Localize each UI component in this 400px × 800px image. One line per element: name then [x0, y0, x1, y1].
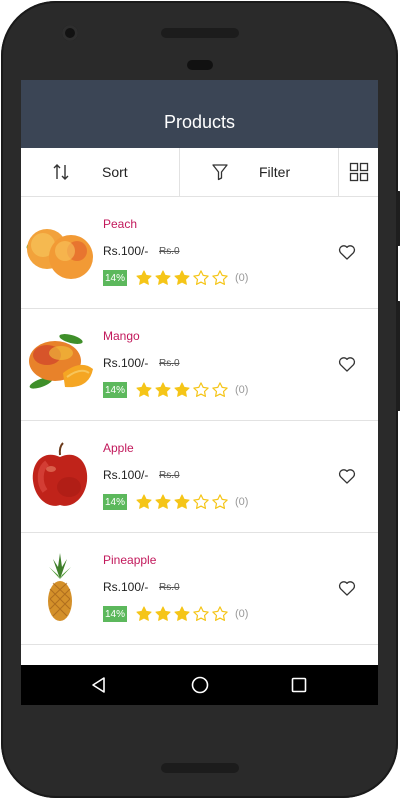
- product-old-price: Rs.0: [159, 358, 180, 369]
- proximity-sensor: [187, 60, 213, 70]
- heart-icon[interactable]: [337, 466, 357, 486]
- discount-badge: 14%: [103, 382, 127, 398]
- rating-stars: [135, 269, 230, 287]
- sort-filter-toolbar: Sort Filter: [21, 148, 378, 197]
- rating-stars: [135, 493, 230, 511]
- app-bar: Products: [21, 80, 378, 148]
- home-circle-icon[interactable]: [190, 675, 210, 695]
- sort-arrows-icon: [53, 164, 69, 180]
- discount-badge: 14%: [103, 606, 127, 622]
- star-empty-icon: [212, 494, 228, 509]
- product-item-apple[interactable]: Apple Rs.100/- Rs.0 14% (0): [21, 421, 378, 533]
- front-camera: [62, 25, 78, 41]
- heart-icon[interactable]: [337, 354, 357, 374]
- review-count: (0): [235, 496, 249, 508]
- product-name[interactable]: Mango: [103, 329, 140, 343]
- star-filled-icon: [136, 494, 152, 509]
- star-empty-icon: [193, 382, 209, 397]
- apple-image: [32, 442, 88, 506]
- earpiece-speaker: [161, 28, 239, 38]
- product-item-mango[interactable]: Mango Rs.100/- Rs.0 14% (0): [21, 309, 378, 421]
- product-name[interactable]: Apple: [103, 441, 134, 455]
- star-filled-icon: [136, 606, 152, 621]
- power-button: [396, 301, 400, 411]
- filter-label: Filter: [259, 164, 291, 180]
- sort-button[interactable]: Sort: [21, 148, 180, 196]
- volume-button: [396, 191, 400, 246]
- star-filled-icon: [155, 382, 171, 397]
- back-triangle-icon[interactable]: [89, 675, 109, 695]
- star-empty-icon: [212, 606, 228, 621]
- star-filled-icon: [174, 382, 190, 397]
- product-item-pineapple[interactable]: Pineapple Rs.100/- Rs.0 14% (0): [21, 533, 378, 645]
- product-name[interactable]: Pineapple: [103, 553, 156, 567]
- product-old-price: Rs.0: [159, 246, 180, 257]
- product-item-peach[interactable]: Peach Rs.100/- Rs.0 14% (0): [21, 197, 378, 309]
- recent-apps-square-icon[interactable]: [289, 675, 309, 695]
- star-empty-icon: [193, 494, 209, 509]
- product-price: Rs.100/-: [103, 468, 149, 482]
- star-empty-icon: [193, 606, 209, 621]
- review-count: (0): [235, 272, 249, 284]
- rating-stars: [135, 381, 230, 399]
- product-list: Peach Rs.100/- Rs.0 14% (0) Mango Rs.100…: [21, 197, 378, 645]
- system-nav-bar: [21, 665, 378, 705]
- star-filled-icon: [174, 270, 190, 285]
- star-filled-icon: [155, 494, 171, 509]
- star-filled-icon: [136, 382, 152, 397]
- star-filled-icon: [155, 606, 171, 621]
- star-filled-icon: [174, 494, 190, 509]
- product-name[interactable]: Peach: [103, 217, 137, 231]
- star-filled-icon: [155, 270, 171, 285]
- product-old-price: Rs.0: [159, 582, 180, 593]
- rating-stars: [135, 605, 230, 623]
- grid-view-button[interactable]: [339, 148, 378, 196]
- mango-image: [29, 334, 93, 389]
- star-empty-icon: [212, 382, 228, 397]
- funnel-icon: [212, 164, 228, 181]
- review-count: (0): [235, 608, 249, 620]
- product-price: Rs.100/-: [103, 356, 149, 370]
- pineapple-image: [48, 553, 72, 621]
- peach-image: [26, 229, 93, 279]
- grid-view-icon: [349, 162, 368, 182]
- page-title: Products: [163, 111, 236, 132]
- bottom-speaker: [161, 763, 239, 773]
- star-filled-icon: [136, 270, 152, 285]
- star-filled-icon: [174, 606, 190, 621]
- product-price: Rs.100/-: [103, 580, 149, 594]
- star-empty-icon: [193, 270, 209, 285]
- star-empty-icon: [212, 270, 228, 285]
- heart-icon[interactable]: [337, 242, 357, 262]
- heart-icon[interactable]: [337, 578, 357, 598]
- sort-label: Sort: [102, 164, 128, 180]
- product-old-price: Rs.0: [159, 470, 180, 481]
- review-count: (0): [235, 384, 249, 396]
- product-price: Rs.100/-: [103, 244, 149, 258]
- filter-button[interactable]: Filter: [180, 148, 339, 196]
- discount-badge: 14%: [103, 270, 127, 286]
- app-screen: Products Sort Filter Peach Rs.100/- Rs.0…: [21, 80, 378, 705]
- discount-badge: 14%: [103, 494, 127, 510]
